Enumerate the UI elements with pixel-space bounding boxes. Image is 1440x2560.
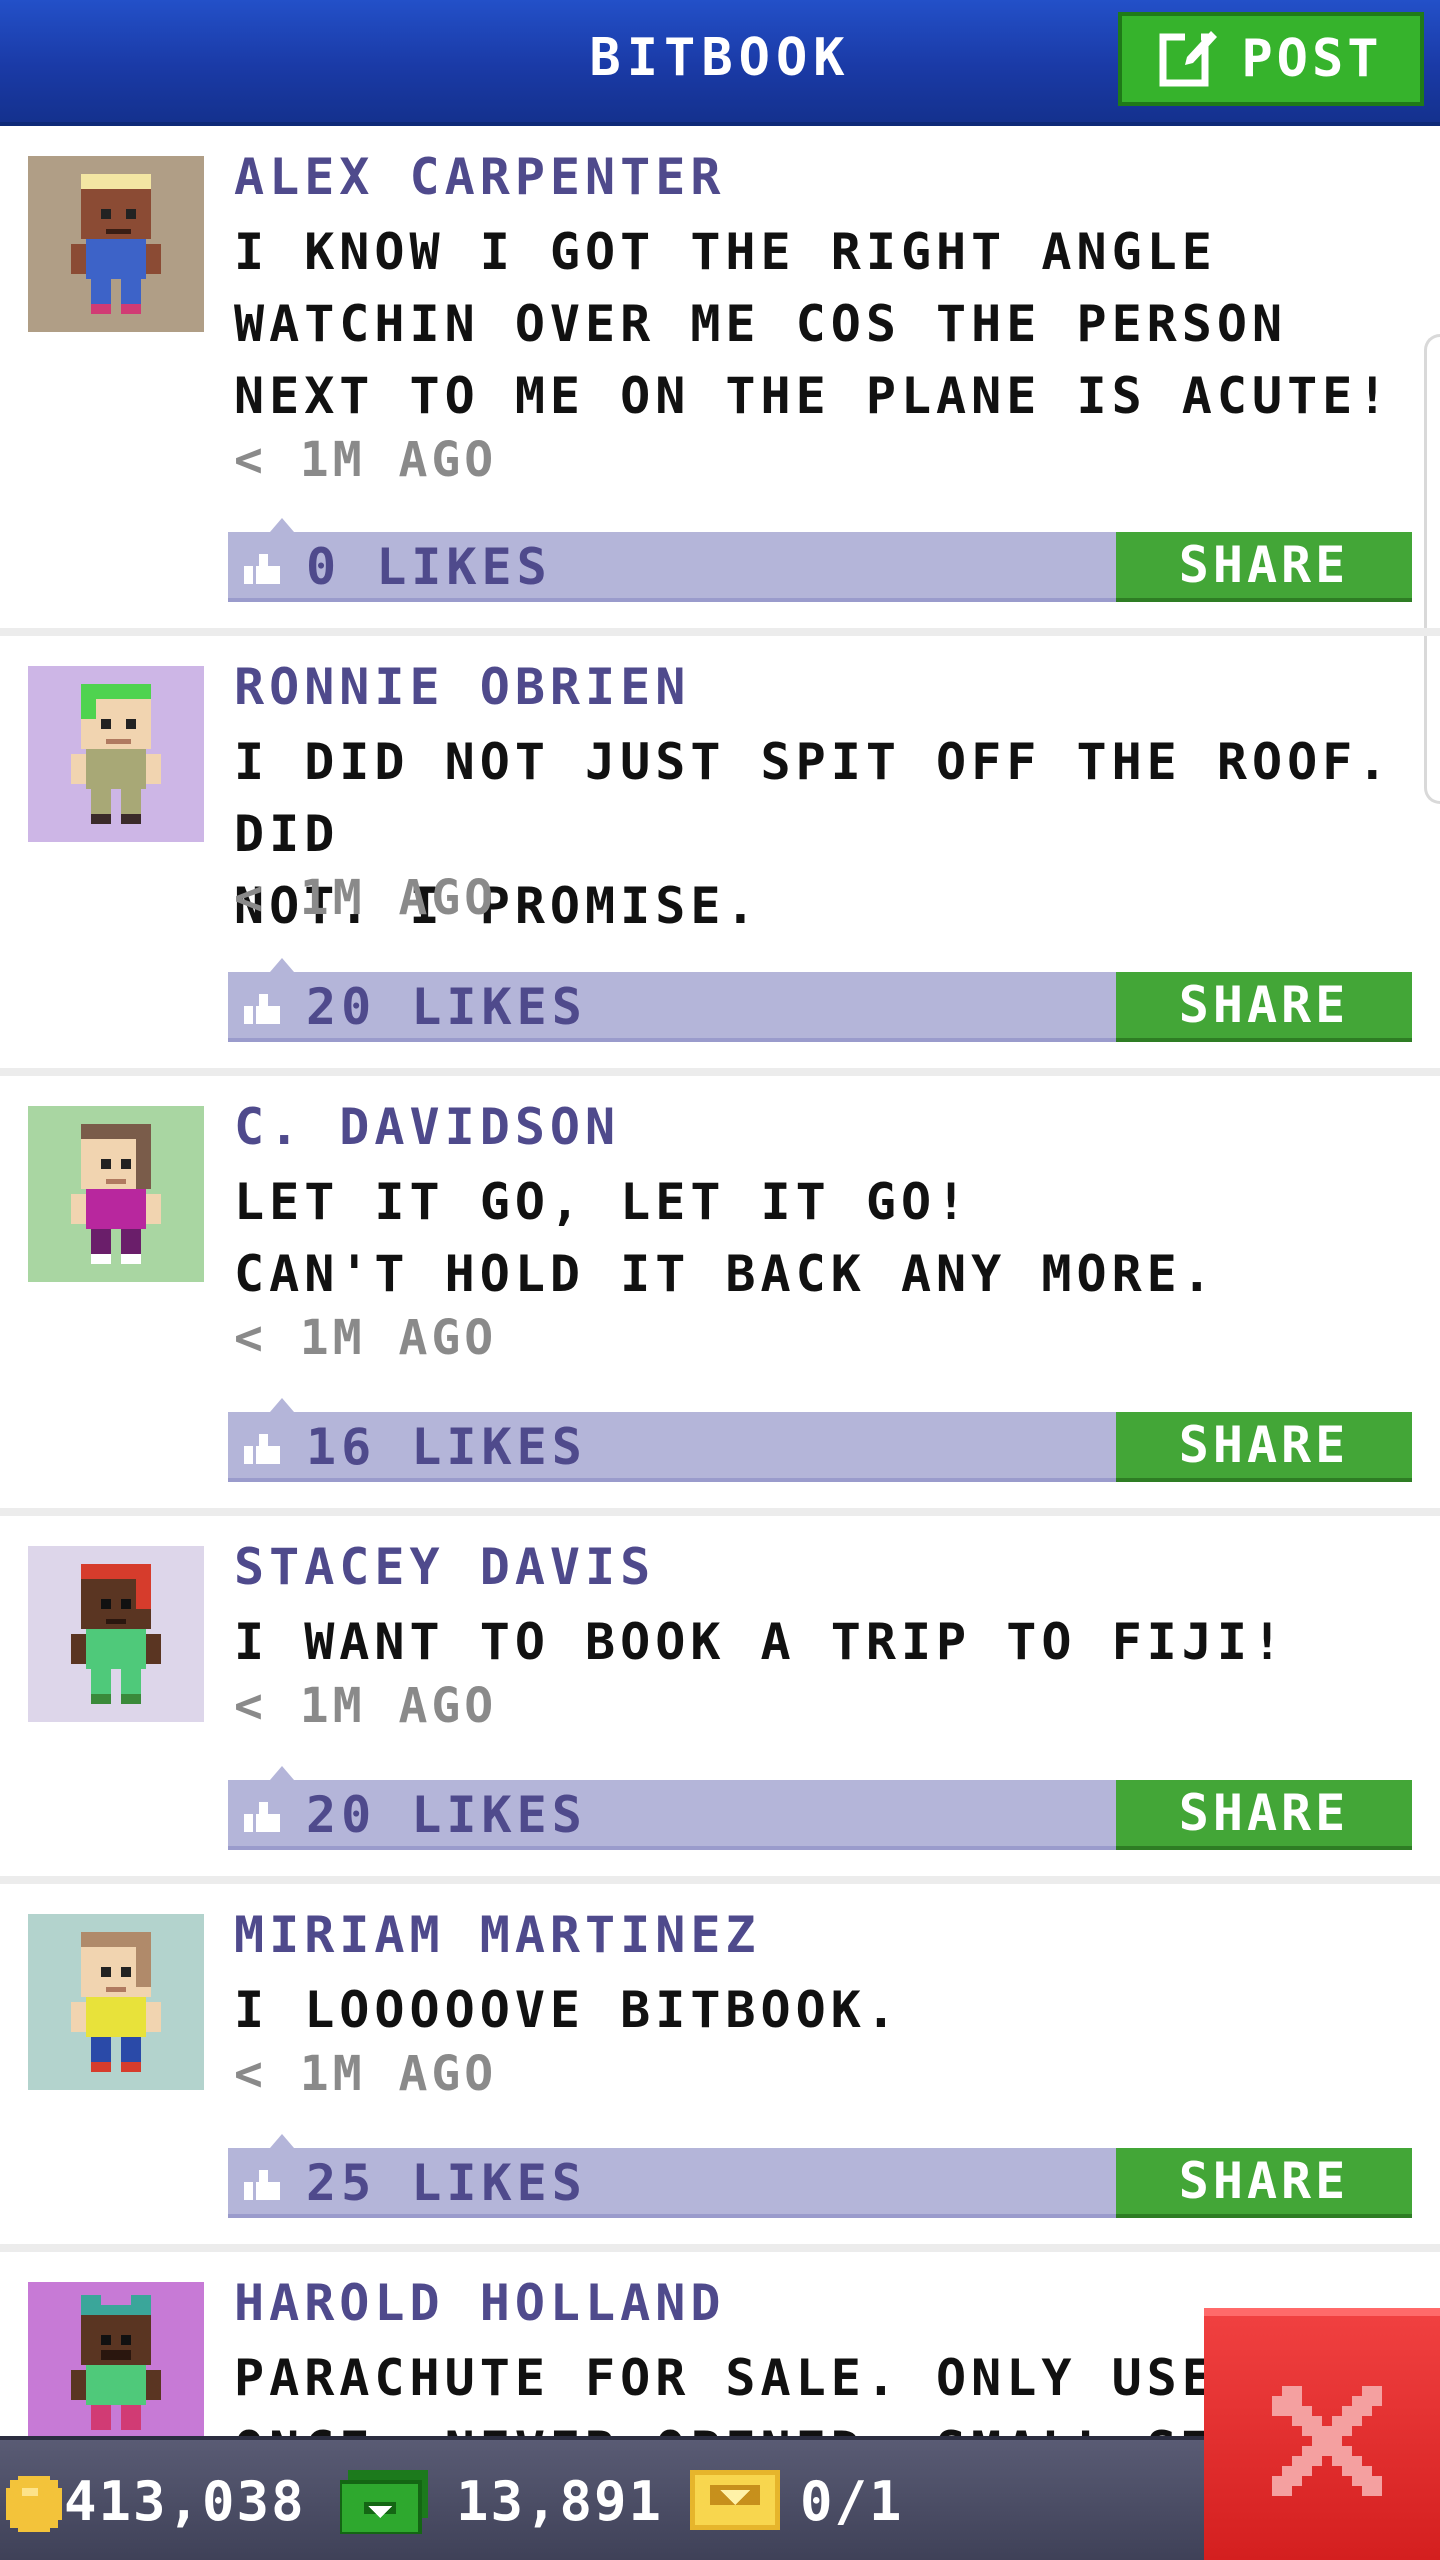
likes-count: 25 LIKES — [306, 2154, 587, 2212]
share-button[interactable]: SHARE — [1116, 2148, 1412, 2218]
likes-count: 0 LIKES — [306, 538, 552, 596]
share-button[interactable]: SHARE — [1116, 1780, 1412, 1850]
post-author[interactable]: C. DAVIDSON — [234, 1098, 620, 1156]
bux-icon — [338, 2470, 428, 2538]
bux-count: 13,891 — [456, 2470, 664, 2533]
post-message: LET IT GO, LET IT GO! CAN'T HOLD IT BACK… — [234, 1173, 1217, 1303]
close-button[interactable] — [1204, 2308, 1440, 2560]
post-message: I KNOW I GOT THE RIGHT ANGLE WATCHIN OVE… — [234, 223, 1393, 425]
ticket-count: 0/1 — [800, 2470, 904, 2533]
avatar[interactable] — [28, 1106, 204, 1282]
coin-count: 413,038 — [64, 2470, 306, 2533]
like-bar: 16 LIKES SHARE — [228, 1398, 1412, 1482]
feed-post: C. DAVIDSON LET IT GO, LET IT GO! CAN'T … — [0, 1076, 1440, 1516]
thumbs-up-icon[interactable] — [244, 994, 280, 1028]
post-time: < 1M AGO — [234, 870, 498, 926]
thumbs-up-icon[interactable] — [244, 1434, 280, 1468]
share-button[interactable]: SHARE — [1116, 532, 1412, 602]
like-bar: 20 LIKES SHARE — [228, 1766, 1412, 1850]
post-author[interactable]: MIRIAM MARTINEZ — [234, 1906, 761, 1964]
like-bar: 20 LIKES SHARE — [228, 958, 1412, 1042]
avatar[interactable] — [28, 1546, 204, 1722]
like-bar: 25 LIKES SHARE — [228, 2134, 1412, 2218]
post-button-label: POST — [1241, 29, 1383, 89]
likes-count: 20 LIKES — [306, 978, 587, 1036]
likes-count: 16 LIKES — [306, 1418, 587, 1476]
top-header: BITBOOK POST — [0, 0, 1440, 126]
compose-icon — [1159, 27, 1219, 91]
post-message: I LOOOOOVE BITBOOK. — [234, 1981, 901, 2039]
post-time: < 1M AGO — [234, 432, 498, 488]
share-button[interactable]: SHARE — [1116, 972, 1412, 1042]
post-author[interactable]: RONNIE OBRIEN — [234, 658, 690, 716]
coin-icon — [6, 2476, 62, 2536]
avatar[interactable] — [28, 2282, 204, 2436]
likes-count: 20 LIKES — [306, 1786, 587, 1844]
post-author[interactable]: STACEY DAVIS — [234, 1538, 655, 1596]
avatar[interactable] — [28, 1914, 204, 2090]
post-button[interactable]: POST — [1118, 12, 1424, 106]
feed-post: RONNIE OBRIEN I DID NOT JUST SPIT OFF TH… — [0, 636, 1440, 1076]
post-author[interactable]: ALEX CARPENTER — [234, 148, 725, 206]
post-time: < 1M AGO — [234, 1678, 498, 1734]
feed-post: ALEX CARPENTER I KNOW I GOT THE RIGHT AN… — [0, 126, 1440, 636]
avatar[interactable] — [28, 156, 204, 332]
like-bar: 0 LIKES SHARE — [228, 518, 1412, 602]
post-time: < 1M AGO — [234, 2046, 498, 2102]
feed-post: STACEY DAVIS I WANT TO BOOK A TRIP TO FI… — [0, 1516, 1440, 1884]
feed-post: MIRIAM MARTINEZ I LOOOOOVE BITBOOK. < 1M… — [0, 1884, 1440, 2252]
post-time: < 1M AGO — [234, 1310, 498, 1366]
ticket-icon — [690, 2470, 780, 2534]
close-icon — [1272, 2386, 1382, 2500]
share-button[interactable]: SHARE — [1116, 1412, 1412, 1482]
feed-list[interactable]: ALEX CARPENTER I KNOW I GOT THE RIGHT AN… — [0, 126, 1440, 2436]
post-author[interactable]: HAROLD HOLLAND — [234, 2274, 725, 2332]
post-message: I WANT TO BOOK A TRIP TO FIJI! — [234, 1613, 1288, 1671]
avatar[interactable] — [28, 666, 204, 842]
thumbs-up-icon[interactable] — [244, 1802, 280, 1836]
thumbs-up-icon[interactable] — [244, 554, 280, 588]
thumbs-up-icon[interactable] — [244, 2170, 280, 2204]
